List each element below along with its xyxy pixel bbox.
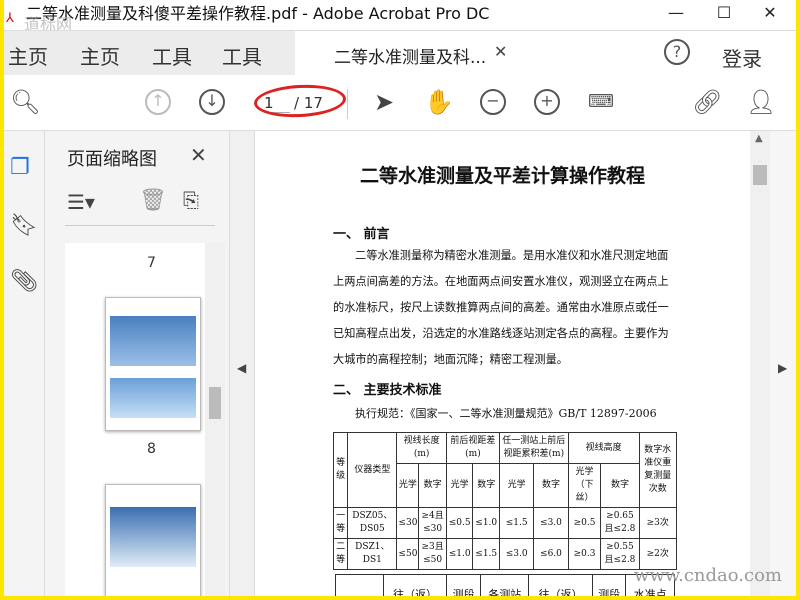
table-cell: 数字水准仪重复测量次数 bbox=[638, 432, 678, 508]
window-title: 二等水准测量及科傻平差操作教程.pdf - Adobe Acrobat Pro … bbox=[26, 4, 490, 23]
table-cell: 前后视距差(m) bbox=[445, 432, 501, 464]
table-cell: ≥3次 bbox=[638, 507, 678, 539]
document-page: 二等水准测量及平差计算操作教程 一、 前言 二等水准测量称为精密水准测量。是用水… bbox=[255, 131, 750, 596]
table-cell: DSZ1、DS1 bbox=[347, 538, 398, 570]
table-cell: 光学（下丝） bbox=[567, 463, 602, 508]
table-cell: 等级 bbox=[332, 432, 349, 508]
maximize-button[interactable]: ☐ bbox=[702, 0, 746, 26]
thumbnail-label: 8 bbox=[147, 441, 156, 457]
table-cell: ≤0.5 bbox=[445, 507, 474, 539]
thumbnail-scrollbar[interactable] bbox=[205, 243, 225, 596]
table-cell: ≤1.0 bbox=[445, 538, 474, 570]
page-display-icon[interactable]: ⌨ bbox=[588, 89, 614, 115]
doc-title: 二等水准测量及平差计算操作教程 bbox=[359, 165, 645, 187]
thumbnail-page-7[interactable] bbox=[105, 297, 201, 431]
tab-close-icon[interactable]: ✕ bbox=[494, 42, 507, 61]
table-cell: ≥4且≤30 bbox=[418, 507, 447, 539]
table-cell: ≤50 bbox=[396, 538, 420, 570]
table-cell: ≤1.0 bbox=[472, 507, 500, 539]
thumbnail-page-8[interactable] bbox=[105, 484, 201, 596]
site-watermark: www.cndao.com bbox=[634, 565, 782, 586]
expand-right-panel-button[interactable]: ▶ bbox=[770, 131, 796, 596]
table-cell: ≥0.3 bbox=[567, 538, 602, 570]
table-cell: ≤6.0 bbox=[533, 538, 569, 570]
table-cell: 一等 bbox=[332, 507, 349, 539]
table-cell: 视线高度 bbox=[567, 432, 640, 464]
left-rail: ❐ 🔖︎ 📎︎ bbox=[4, 131, 45, 596]
attachment-icon[interactable]: 📎︎ bbox=[10, 269, 38, 294]
table-cell: 各测站 bbox=[479, 574, 530, 596]
table-cell: 仪器类型 bbox=[347, 432, 398, 508]
document-scrollbar[interactable]: ▲ bbox=[750, 131, 770, 596]
table-cell: ≤3.0 bbox=[533, 507, 569, 539]
table-row: 二等 DSZ1、DS1 ≤50 ≥3且≤50 ≤1.0 ≤1.5 ≤3.0 ≤6.0 ≥0.3 ≥… bbox=[332, 538, 678, 570]
help-button[interactable]: ? bbox=[664, 39, 690, 65]
table-cell: 数字 bbox=[600, 463, 640, 508]
table-cell: 光学 bbox=[396, 463, 420, 508]
bookmark-icon[interactable]: 🔖︎ bbox=[10, 213, 38, 238]
table-cell: 二等 bbox=[332, 538, 349, 570]
table-cell: 数字 bbox=[533, 463, 569, 508]
table-cell: ≤1.5 bbox=[472, 538, 500, 570]
hand-tool-icon[interactable]: ✋ bbox=[424, 89, 454, 115]
minimize-button[interactable]: — bbox=[654, 0, 698, 26]
panel-title: 页面缩略图 bbox=[67, 149, 157, 170]
document-tab[interactable]: 二等水准测量及科... bbox=[334, 43, 486, 68]
delete-icon[interactable]: 🗑︎ bbox=[139, 188, 167, 213]
thumbnail-label: 7 bbox=[147, 255, 156, 271]
select-cursor-icon[interactable]: ➤ bbox=[374, 89, 394, 115]
paragraph: 二等水准测量称为精密水准测量。是用水准仪和水准尺测定地面上两点间高差的方法。在地… bbox=[333, 249, 669, 366]
table-cell: 数字 bbox=[472, 463, 500, 508]
extract-pages-icon[interactable]: ⎘ bbox=[183, 188, 199, 212]
table-cell: ≤3.0 bbox=[498, 538, 535, 570]
table-cell: 往（返） bbox=[382, 574, 448, 596]
login-button[interactable]: 登录 bbox=[722, 43, 762, 72]
add-user-icon[interactable]: 👤︎ bbox=[746, 89, 776, 115]
menu-tools-2[interactable]: 工具 bbox=[222, 41, 262, 70]
table-cell: 视线长度(m) bbox=[396, 432, 447, 464]
table-cell: ≥0.5 bbox=[567, 507, 602, 539]
table-cell: ≤1.5 bbox=[498, 507, 535, 539]
toolbar: 🔍︎ ↑ ↓ 1 / 17 ➤ ✋ − + ⌨ 🔗︎ 👤︎ bbox=[4, 75, 796, 131]
page-thumbnails-icon[interactable]: ❐ bbox=[10, 155, 30, 180]
next-page-icon[interactable]: ↓ bbox=[199, 89, 225, 115]
table-cell: 光学 bbox=[445, 463, 474, 508]
menu-home[interactable]: 主页 bbox=[8, 41, 48, 70]
paragraph: 执行规范：《国家一、二等水准测量规范》GB/T 12897-2006 bbox=[355, 407, 657, 420]
panel-close-icon[interactable]: ✕ bbox=[190, 143, 207, 167]
thumbnail-list: 7 8 bbox=[65, 243, 225, 596]
menu-home-2[interactable]: 主页 bbox=[80, 41, 120, 70]
share-link-icon[interactable]: 🔗︎ bbox=[692, 89, 722, 115]
table-cell: 测段 bbox=[591, 574, 627, 596]
table-cell: ≤30 bbox=[396, 507, 420, 539]
standards-table: 等级 仪器类型 视线长度(m) 前后视距差(m) 任一测站上前后视距累积差(m) 视线… bbox=[332, 432, 678, 570]
table-cell: 数字 bbox=[418, 463, 447, 508]
thumbnail-panel: 页面缩略图 ✕ ☰▾ 🗑︎ ⎘ 7 8 bbox=[45, 131, 229, 596]
recording-table: 往（返） 测段 各测站 往（返） 测段 水准点 bbox=[335, 574, 675, 596]
zoom-in-icon[interactable]: + bbox=[534, 89, 560, 115]
menu-tools[interactable]: 工具 bbox=[152, 41, 192, 70]
title-bar: ⅄ 二等水准测量及科傻平差操作教程.pdf - Adobe Acrobat Pr… bbox=[4, 0, 796, 34]
menu-bar: 主页 主页 工具 工具 二等水准测量及科... ✕ ? 登录 bbox=[4, 30, 796, 76]
section-heading: 一、 前言 bbox=[333, 227, 390, 242]
table-cell: ≥0.65且≤2.8 bbox=[600, 507, 640, 539]
table-cell: 往（返） bbox=[528, 574, 593, 596]
zoom-search-icon[interactable]: 🔍︎ bbox=[10, 89, 40, 115]
previous-page-icon[interactable]: ↑ bbox=[145, 89, 171, 115]
acrobat-window: ⅄ 二等水准测量及科傻平差操作教程.pdf - Adobe Acrobat Pr… bbox=[4, 0, 796, 596]
table-row: 一等 DSZ05、DS05 ≤30 ≥4且≤30 ≤0.5 ≤1.0 ≤1.5 ≤3.0 ≥0.… bbox=[332, 507, 678, 539]
table-cell: DSZ05、DS05 bbox=[347, 507, 398, 539]
zoom-out-icon[interactable]: − bbox=[480, 89, 506, 115]
thumbnail-options-icon[interactable]: ☰▾ bbox=[67, 190, 95, 214]
table-cell: ≥3且≤50 bbox=[418, 538, 447, 570]
collapse-left-panel-button[interactable]: ◀ bbox=[229, 131, 255, 596]
table-cell: 测段 bbox=[446, 574, 481, 596]
section-heading: 二、 主要技术标准 bbox=[333, 383, 442, 398]
table-cell: 任一测站上前后视距累积差(m) bbox=[499, 432, 569, 464]
acrobat-logo-icon: ⅄ bbox=[6, 11, 14, 26]
table-cell: 光学 bbox=[498, 463, 535, 508]
close-button[interactable]: ✕ bbox=[748, 0, 792, 26]
table-cell bbox=[335, 574, 384, 596]
